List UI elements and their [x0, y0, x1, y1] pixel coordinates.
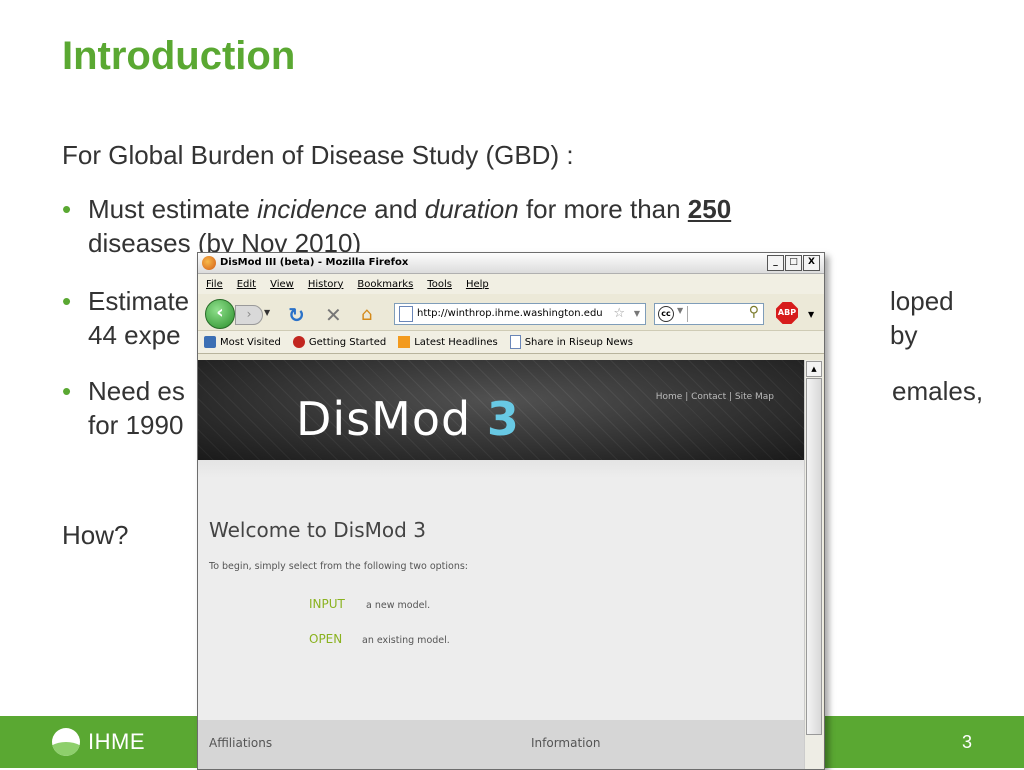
search-icon[interactable]: ⚲ [749, 304, 759, 320]
bullet-1: • Must estimate incidence and duration f… [62, 192, 942, 260]
browser-window: DisMod III (beta) - Mozilla Firefox _ □ … [197, 252, 825, 770]
rss-icon [398, 336, 411, 348]
bullet-1-text: Must estimate incidence and duration for… [88, 194, 732, 258]
page-icon [509, 335, 521, 349]
bookmark-latest-headlines[interactable]: Latest Headlines [398, 336, 498, 348]
bullet-2-text-end: loped by [890, 286, 954, 350]
window-controls: _ □ X [767, 255, 820, 271]
stop-icon[interactable]: ✕ [325, 303, 342, 327]
ihme-logo-icon [52, 728, 80, 756]
site-header: DisMod 3 Home | Contact | Site Map [198, 360, 804, 460]
footer-affiliations[interactable]: Affiliations [209, 736, 272, 750]
scroll-thumb[interactable] [806, 378, 822, 735]
firefox-icon [202, 256, 216, 270]
scroll-up-icon[interactable]: ▲ [806, 361, 822, 377]
bullet-dot: • [62, 376, 72, 406]
bookmark-share-riseup[interactable]: Share in Riseup News [509, 335, 633, 349]
bullet-3-text-end: emales, [892, 376, 984, 406]
search-divider [687, 306, 688, 322]
slide-intro: For Global Burden of Disease Study (GBD)… [62, 140, 574, 170]
search-engine-dropdown-icon[interactable]: ▼ [677, 306, 683, 315]
menu-history[interactable]: History [308, 279, 344, 290]
forward-button[interactable]: › [235, 305, 263, 325]
menu-tools[interactable]: Tools [427, 279, 452, 290]
url-bar[interactable]: http://winthrop.ihme.washington.edu ☆ ▼ [394, 303, 646, 325]
input-link[interactable]: INPUT [309, 597, 345, 611]
menu-file[interactable]: File [206, 279, 223, 290]
search-bar[interactable]: cc ▼ ⚲ [654, 303, 764, 325]
reload-icon[interactable]: ↻ [288, 303, 305, 327]
navigation-toolbar: ‹ › ▼ ↻ ✕ ⌂ http://winthrop.ihme.washing… [198, 294, 824, 331]
page-viewport: DisMod 3 Home | Contact | Site Map Welco… [198, 360, 804, 769]
welcome-heading: Welcome to DisMod 3 [209, 518, 426, 542]
bookmarks-toolbar: Most Visited Getting Started Latest Head… [198, 331, 824, 354]
adblock-icon[interactable]: ABP [776, 302, 798, 324]
menu-bookmarks[interactable]: Bookmarks [357, 279, 413, 290]
bookmark-most-visited[interactable]: Most Visited [204, 336, 281, 348]
title-bar[interactable]: DisMod III (beta) - Mozilla Firefox _ □ … [198, 253, 824, 274]
bookmark-getting-started[interactable]: Getting Started [292, 336, 386, 348]
vertical-scrollbar[interactable]: ▲ [804, 360, 823, 769]
creative-commons-icon[interactable]: cc [658, 306, 674, 322]
page-footer: Affiliations Information [198, 720, 804, 769]
menu-help[interactable]: Help [466, 279, 489, 290]
highlight-number: 250 [687, 194, 732, 224]
how-question: How? [62, 520, 129, 550]
menu-bar: File Edit View History Bookmarks Tools H… [198, 274, 824, 294]
bookmark-star-icon[interactable]: ☆ [613, 304, 625, 324]
url-dropdown-icon[interactable]: ▼ [634, 304, 640, 324]
site-nav-links[interactable]: Home | Contact | Site Map [656, 392, 774, 402]
header-divider [198, 460, 804, 478]
page-number: 3 [961, 732, 972, 752]
input-description: a new model. [366, 600, 431, 611]
window-title: DisMod III (beta) - Mozilla Firefox [220, 257, 409, 268]
getting-started-icon [292, 336, 305, 348]
bullet-dot: • [62, 286, 72, 316]
ihme-logo: IHME [52, 728, 145, 756]
close-button[interactable]: X [803, 255, 820, 271]
minimize-button[interactable]: _ [767, 255, 784, 271]
back-button[interactable]: ‹ [205, 299, 235, 329]
home-icon[interactable]: ⌂ [361, 304, 372, 325]
dismod-logo[interactable]: DisMod 3 [296, 392, 520, 446]
url-text: http://winthrop.ihme.washington.edu [417, 308, 603, 319]
slide-title: Introduction [62, 34, 296, 78]
menu-edit[interactable]: Edit [237, 279, 256, 290]
bullet-dot: • [62, 194, 72, 224]
ihme-logo-text: IHME [88, 729, 145, 754]
most-visited-icon [204, 336, 216, 348]
footer-information[interactable]: Information [531, 736, 600, 750]
history-dropdown-icon[interactable]: ▼ [264, 308, 270, 317]
adblock-dropdown-icon[interactable]: ▼ [808, 310, 814, 319]
open-description: an existing model. [362, 635, 450, 646]
menu-view[interactable]: View [270, 279, 294, 290]
page-icon [399, 306, 413, 322]
maximize-button[interactable]: □ [785, 255, 802, 271]
welcome-instructions: To begin, simply select from the followi… [209, 561, 469, 572]
open-link[interactable]: OPEN [309, 632, 342, 646]
